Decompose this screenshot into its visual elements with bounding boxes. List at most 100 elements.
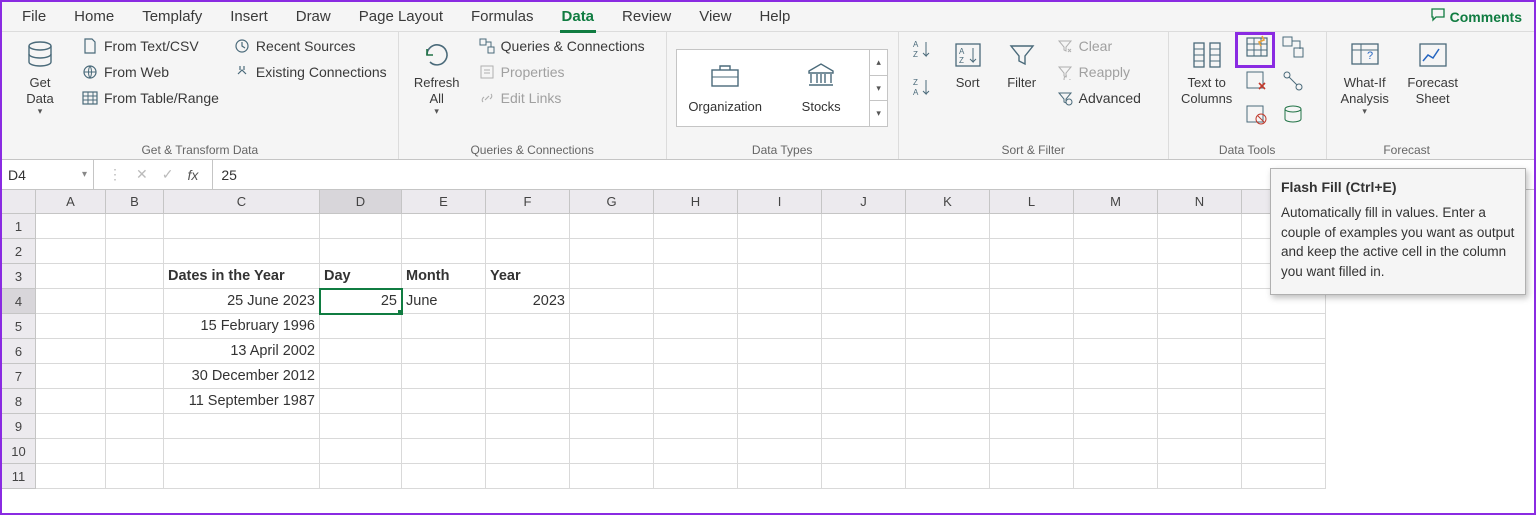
cell[interactable] — [906, 214, 990, 239]
tab-insert[interactable]: Insert — [216, 2, 282, 32]
tab-page-layout[interactable]: Page Layout — [345, 2, 457, 32]
cell[interactable] — [822, 414, 906, 439]
cell[interactable] — [738, 389, 822, 414]
cell[interactable] — [570, 339, 654, 364]
row-header[interactable]: 8 — [2, 389, 36, 414]
cell[interactable] — [1074, 364, 1158, 389]
cell[interactable] — [990, 289, 1074, 314]
cell[interactable] — [320, 239, 402, 264]
cell[interactable] — [906, 364, 990, 389]
cell[interactable] — [738, 264, 822, 289]
cell[interactable] — [1074, 264, 1158, 289]
cell[interactable] — [570, 464, 654, 489]
cell[interactable] — [822, 464, 906, 489]
cell[interactable] — [1242, 364, 1326, 389]
cell[interactable] — [164, 439, 320, 464]
cell[interactable] — [1158, 289, 1242, 314]
cell[interactable]: Year — [486, 264, 570, 289]
row-header[interactable]: 4 — [2, 289, 36, 314]
queries-connections-button[interactable]: Queries & Connections — [475, 35, 648, 57]
tab-view[interactable]: View — [685, 2, 745, 32]
cell[interactable] — [654, 389, 738, 414]
cell[interactable] — [320, 339, 402, 364]
cell[interactable] — [906, 264, 990, 289]
cell[interactable] — [1158, 264, 1242, 289]
cell[interactable] — [486, 339, 570, 364]
cell[interactable] — [106, 439, 164, 464]
cell[interactable] — [1158, 339, 1242, 364]
cell[interactable] — [486, 214, 570, 239]
cell[interactable] — [1074, 239, 1158, 264]
sort-desc-button[interactable]: ZA — [907, 73, 937, 101]
cell[interactable] — [1074, 214, 1158, 239]
cell[interactable] — [570, 214, 654, 239]
row-header[interactable]: 6 — [2, 339, 36, 364]
cell[interactable] — [486, 364, 570, 389]
cell[interactable] — [990, 414, 1074, 439]
cell[interactable] — [36, 264, 106, 289]
from-text-csv-button[interactable]: From Text/CSV — [78, 35, 222, 57]
edit-links-button[interactable]: Edit Links — [475, 87, 648, 109]
data-types-scroll[interactable]: ▴ ▾ ▾ — [869, 50, 887, 126]
cell[interactable] — [36, 464, 106, 489]
cell[interactable] — [1074, 389, 1158, 414]
cell[interactable] — [320, 464, 402, 489]
col-header[interactable]: C — [164, 190, 320, 214]
cell[interactable] — [570, 389, 654, 414]
cell[interactable] — [654, 239, 738, 264]
cell[interactable] — [1158, 214, 1242, 239]
cell[interactable]: 25 June 2023 — [164, 289, 320, 314]
cell[interactable] — [822, 214, 906, 239]
tab-file[interactable]: File — [8, 2, 60, 32]
cell[interactable] — [106, 464, 164, 489]
text-to-columns-button[interactable]: Text to Columns — [1177, 35, 1237, 108]
cell[interactable] — [570, 239, 654, 264]
cell[interactable] — [486, 439, 570, 464]
row-header[interactable]: 2 — [2, 239, 36, 264]
cell[interactable] — [654, 264, 738, 289]
cell[interactable] — [36, 339, 106, 364]
cell[interactable]: Day — [320, 264, 402, 289]
cell[interactable] — [738, 214, 822, 239]
cell[interactable] — [1074, 464, 1158, 489]
cell[interactable] — [906, 414, 990, 439]
cell[interactable] — [822, 364, 906, 389]
cell[interactable] — [822, 439, 906, 464]
cell[interactable] — [486, 314, 570, 339]
cell[interactable] — [106, 289, 164, 314]
cell[interactable] — [486, 464, 570, 489]
cell[interactable] — [1242, 389, 1326, 414]
cell[interactable] — [486, 414, 570, 439]
cell[interactable]: 13 April 2002 — [164, 339, 320, 364]
col-header[interactable]: I — [738, 190, 822, 214]
cell[interactable] — [738, 314, 822, 339]
cell[interactable] — [906, 314, 990, 339]
cell[interactable]: 11 September 1987 — [164, 389, 320, 414]
cell[interactable] — [164, 239, 320, 264]
data-model-button[interactable] — [1281, 103, 1307, 129]
cell[interactable] — [570, 364, 654, 389]
col-header[interactable]: A — [36, 190, 106, 214]
row-header[interactable]: 10 — [2, 439, 36, 464]
cell[interactable] — [1074, 314, 1158, 339]
cell[interactable] — [570, 264, 654, 289]
cell[interactable] — [570, 439, 654, 464]
cell[interactable] — [320, 214, 402, 239]
cell[interactable] — [990, 389, 1074, 414]
col-header[interactable]: N — [1158, 190, 1242, 214]
existing-connections-button[interactable]: Existing Connections — [230, 61, 390, 83]
data-validation-button[interactable] — [1245, 103, 1271, 129]
row-header[interactable]: 3 — [2, 264, 36, 289]
row-header[interactable]: 9 — [2, 414, 36, 439]
cell[interactable] — [36, 314, 106, 339]
cell[interactable] — [654, 439, 738, 464]
cell[interactable] — [654, 339, 738, 364]
fx-icon[interactable]: fx — [187, 167, 198, 183]
cell[interactable]: Month — [402, 264, 486, 289]
row-header[interactable]: 1 — [2, 214, 36, 239]
cell[interactable] — [906, 439, 990, 464]
cell[interactable] — [1242, 439, 1326, 464]
cell[interactable] — [402, 414, 486, 439]
cell[interactable] — [654, 414, 738, 439]
cell[interactable] — [36, 389, 106, 414]
